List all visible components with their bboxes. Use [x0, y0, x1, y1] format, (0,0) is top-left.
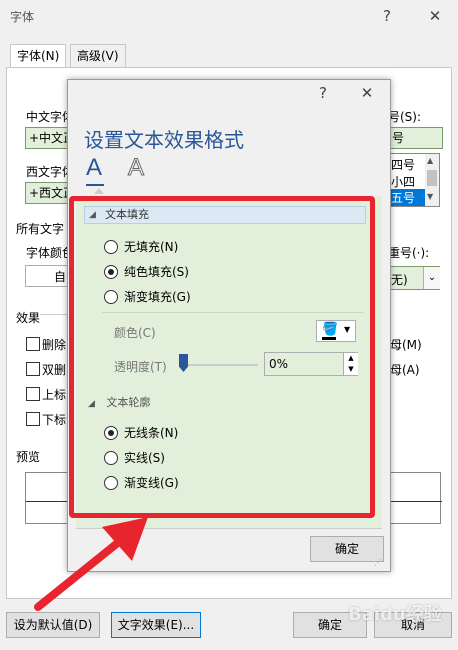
set-default-button[interactable]: 设为默认值(D) [6, 612, 100, 638]
preview-label: 预览 [16, 450, 41, 464]
font-size-scrollbar[interactable]: ▲ ▼ [425, 154, 439, 206]
effects-divider [40, 314, 70, 315]
superscript-label: 上标 [42, 388, 67, 402]
emphasis-dropdown[interactable]: 无) ⌄ [388, 266, 440, 290]
text-effects-title: 设置文本效果格式 [84, 128, 244, 152]
inner-help-button[interactable]: ? [310, 82, 336, 104]
strikethrough-checkbox[interactable] [26, 337, 40, 351]
text-effects-icon[interactable]: A [127, 154, 144, 182]
superscript-checkbox[interactable] [26, 387, 40, 401]
text-fill-underline [86, 184, 104, 186]
text-effects-button[interactable]: 文字效果(E)... [111, 612, 201, 638]
subscript-label: 下标 [42, 413, 67, 427]
preview-baseline [26, 501, 70, 502]
inner-ok-button[interactable]: 确定 [310, 536, 384, 562]
effects-label: 效果 [16, 311, 41, 325]
watermark-text: Baidu经验 [348, 604, 442, 625]
font-size-field[interactable]: 号 [388, 127, 443, 149]
help-button[interactable]: ? [374, 5, 400, 27]
font-size-list[interactable]: 四号 小四 五号 ▲ ▼ [388, 153, 440, 207]
chevron-down-icon[interactable]: ⌄ [423, 267, 440, 289]
resize-grip-icon[interactable]: ⋰ [374, 558, 382, 567]
preview-baseline [389, 501, 442, 502]
double-strikethrough-checkbox[interactable] [26, 362, 40, 376]
font-dialog-title: 字体 [10, 10, 35, 24]
font-color-dropdown[interactable]: 自 [25, 265, 69, 287]
inner-close-button[interactable]: ✕ [354, 82, 380, 104]
all-text-label: 所有文字 [16, 222, 65, 236]
subscript-checkbox[interactable] [26, 412, 40, 426]
annotation-arrow [34, 517, 148, 611]
preview-box-right [388, 472, 442, 524]
text-fill-outline-icon[interactable]: A [86, 154, 102, 182]
double-strikethrough-label: 双删 [42, 363, 67, 377]
annotation-arrow-shaft [34, 533, 129, 611]
annotation-highlight-box [69, 196, 375, 518]
scroll-up-icon[interactable]: ▲ [427, 156, 433, 165]
font-size-option-selected[interactable]: 五号 [389, 189, 425, 206]
scroll-thumb[interactable] [427, 170, 437, 186]
scroll-down-icon[interactable]: ▼ [427, 192, 433, 201]
tab-font[interactable]: 字体(N) [10, 44, 67, 67]
small-caps-label: 母(M) [390, 338, 422, 352]
emphasis-value: 无) [391, 273, 408, 287]
strikethrough-label: 删除 [42, 338, 67, 352]
pointer-caret-icon [94, 188, 104, 194]
font-size-option[interactable]: 小四 [391, 173, 415, 190]
close-button[interactable]: ✕ [422, 5, 448, 27]
emphasis-label: 重号(·): [388, 246, 430, 260]
font-size-label: 号(S): [388, 110, 422, 124]
all-caps-label: 母(A) [390, 363, 420, 377]
font-size-option[interactable]: 四号 [391, 156, 415, 173]
tab-advanced[interactable]: 高级(V) [70, 44, 126, 67]
